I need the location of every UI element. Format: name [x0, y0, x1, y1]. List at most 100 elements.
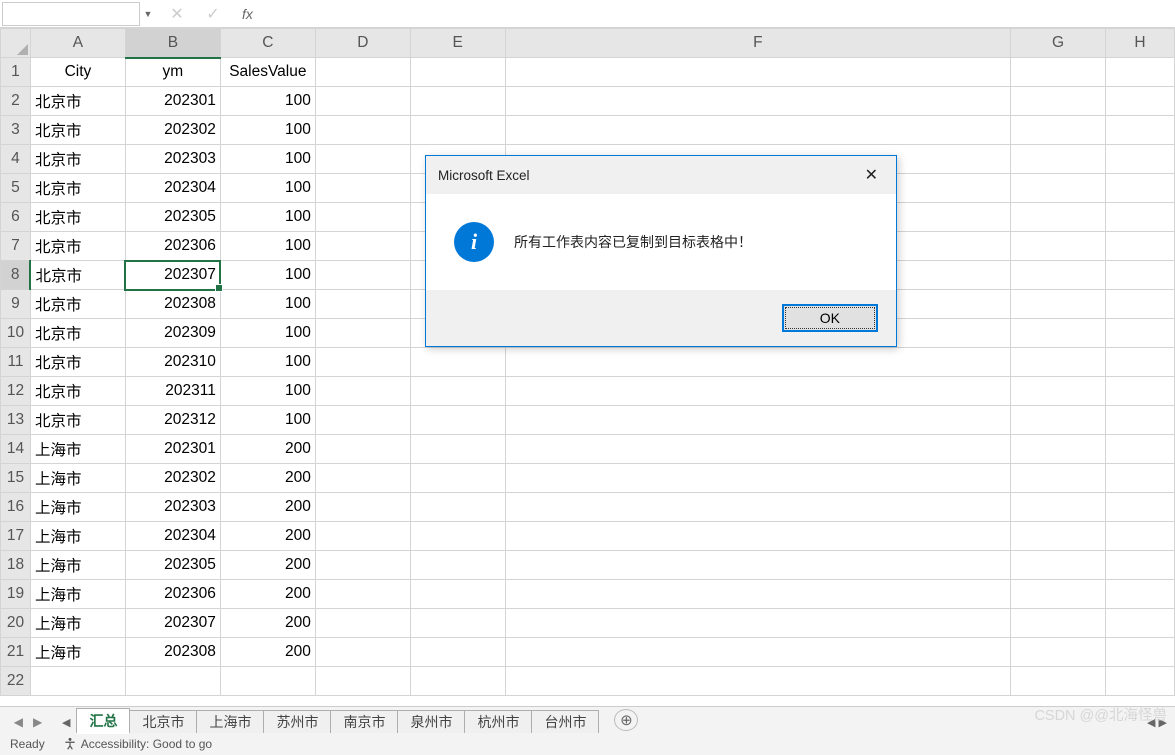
cell-A2[interactable]: 北京市	[30, 87, 125, 116]
cell-A7[interactable]: 北京市	[30, 232, 125, 261]
row-header-14[interactable]: 14	[1, 435, 31, 464]
cell-F13[interactable]	[505, 406, 1010, 435]
cell-C20[interactable]: 200	[220, 609, 315, 638]
select-all-corner[interactable]	[1, 29, 31, 58]
cell-A8[interactable]: 北京市	[30, 261, 125, 290]
row-header-7[interactable]: 7	[1, 232, 31, 261]
cell-F3[interactable]	[505, 116, 1010, 145]
cell-H22[interactable]	[1106, 667, 1175, 696]
cell-B16[interactable]: 202303	[125, 493, 220, 522]
cell-F18[interactable]	[505, 551, 1010, 580]
cell-A6[interactable]: 北京市	[30, 203, 125, 232]
cell-D4[interactable]	[315, 145, 410, 174]
dialog-titlebar[interactable]: Microsoft Excel ✕	[426, 156, 896, 194]
cell-D17[interactable]	[315, 522, 410, 551]
cell-A17[interactable]: 上海市	[30, 522, 125, 551]
sheet-tab-0[interactable]: 汇总	[76, 708, 130, 734]
cell-C10[interactable]: 100	[220, 319, 315, 348]
hscroll-left-icon[interactable]: ◀	[56, 716, 76, 733]
cell-B22[interactable]	[125, 667, 220, 696]
cell-E16[interactable]	[410, 493, 505, 522]
row-header-9[interactable]: 9	[1, 290, 31, 319]
cell-H17[interactable]	[1106, 522, 1175, 551]
cell-B12[interactable]: 202311	[125, 377, 220, 406]
cell-G1[interactable]	[1011, 58, 1106, 87]
cell-A5[interactable]: 北京市	[30, 174, 125, 203]
cell-F1[interactable]	[505, 58, 1010, 87]
sheet-tab-2[interactable]: 上海市	[196, 710, 264, 733]
cell-B20[interactable]: 202307	[125, 609, 220, 638]
spreadsheet-grid[interactable]: ABCDEFGH 1CityymSalesValue2北京市2023011003…	[0, 28, 1175, 718]
cell-B21[interactable]: 202308	[125, 638, 220, 667]
cell-C12[interactable]: 100	[220, 377, 315, 406]
cell-H10[interactable]	[1106, 319, 1175, 348]
row-header-8[interactable]: 8	[1, 261, 31, 290]
cell-A11[interactable]: 北京市	[30, 348, 125, 377]
cell-A3[interactable]: 北京市	[30, 116, 125, 145]
cell-D9[interactable]	[315, 290, 410, 319]
cell-E2[interactable]	[410, 87, 505, 116]
cell-E13[interactable]	[410, 406, 505, 435]
cell-H14[interactable]	[1106, 435, 1175, 464]
cell-H5[interactable]	[1106, 174, 1175, 203]
cell-E14[interactable]	[410, 435, 505, 464]
cell-D7[interactable]	[315, 232, 410, 261]
row-header-11[interactable]: 11	[1, 348, 31, 377]
cell-G13[interactable]	[1011, 406, 1106, 435]
cell-E1[interactable]	[410, 58, 505, 87]
row-header-10[interactable]: 10	[1, 319, 31, 348]
row-header-12[interactable]: 12	[1, 377, 31, 406]
cell-D1[interactable]	[315, 58, 410, 87]
cell-A20[interactable]: 上海市	[30, 609, 125, 638]
sheet-tab-5[interactable]: 泉州市	[397, 710, 465, 733]
cell-C15[interactable]: 200	[220, 464, 315, 493]
cell-D5[interactable]	[315, 174, 410, 203]
cell-A10[interactable]: 北京市	[30, 319, 125, 348]
cell-B2[interactable]: 202301	[125, 87, 220, 116]
row-header-21[interactable]: 21	[1, 638, 31, 667]
cancel-formula-icon[interactable]: ✕	[168, 5, 186, 23]
cell-H18[interactable]	[1106, 551, 1175, 580]
cell-A4[interactable]: 北京市	[30, 145, 125, 174]
cell-D22[interactable]	[315, 667, 410, 696]
cell-D8[interactable]	[315, 261, 410, 290]
cell-D12[interactable]	[315, 377, 410, 406]
cell-G14[interactable]	[1011, 435, 1106, 464]
sheet-nav-prev-icon[interactable]: ◀	[14, 715, 23, 729]
column-header-B[interactable]: B	[125, 29, 220, 58]
cell-G5[interactable]	[1011, 174, 1106, 203]
cell-E22[interactable]	[410, 667, 505, 696]
cell-B7[interactable]: 202306	[125, 232, 220, 261]
cell-H12[interactable]	[1106, 377, 1175, 406]
cell-G7[interactable]	[1011, 232, 1106, 261]
cell-A21[interactable]: 上海市	[30, 638, 125, 667]
cell-H16[interactable]	[1106, 493, 1175, 522]
cell-D15[interactable]	[315, 464, 410, 493]
cell-B15[interactable]: 202302	[125, 464, 220, 493]
row-header-6[interactable]: 6	[1, 203, 31, 232]
cell-A15[interactable]: 上海市	[30, 464, 125, 493]
cell-H6[interactable]	[1106, 203, 1175, 232]
cell-F19[interactable]	[505, 580, 1010, 609]
column-header-E[interactable]: E	[410, 29, 505, 58]
cell-B13[interactable]: 202312	[125, 406, 220, 435]
sheet-tab-6[interactable]: 杭州市	[464, 710, 532, 733]
row-header-22[interactable]: 22	[1, 667, 31, 696]
column-header-A[interactable]: A	[30, 29, 125, 58]
row-header-19[interactable]: 19	[1, 580, 31, 609]
dialog-close-icon[interactable]: ✕	[859, 165, 884, 185]
cell-E3[interactable]	[410, 116, 505, 145]
cell-B6[interactable]: 202305	[125, 203, 220, 232]
fx-icon[interactable]: fx	[242, 6, 253, 22]
cell-G20[interactable]	[1011, 609, 1106, 638]
cell-F11[interactable]	[505, 348, 1010, 377]
cell-G16[interactable]	[1011, 493, 1106, 522]
cell-G17[interactable]	[1011, 522, 1106, 551]
cell-H7[interactable]	[1106, 232, 1175, 261]
sheet-nav-next-icon[interactable]: ▶	[33, 715, 42, 729]
name-box-dropdown-icon[interactable]: ▼	[140, 3, 156, 25]
cell-H9[interactable]	[1106, 290, 1175, 319]
cell-H13[interactable]	[1106, 406, 1175, 435]
cell-G6[interactable]	[1011, 203, 1106, 232]
cell-F12[interactable]	[505, 377, 1010, 406]
